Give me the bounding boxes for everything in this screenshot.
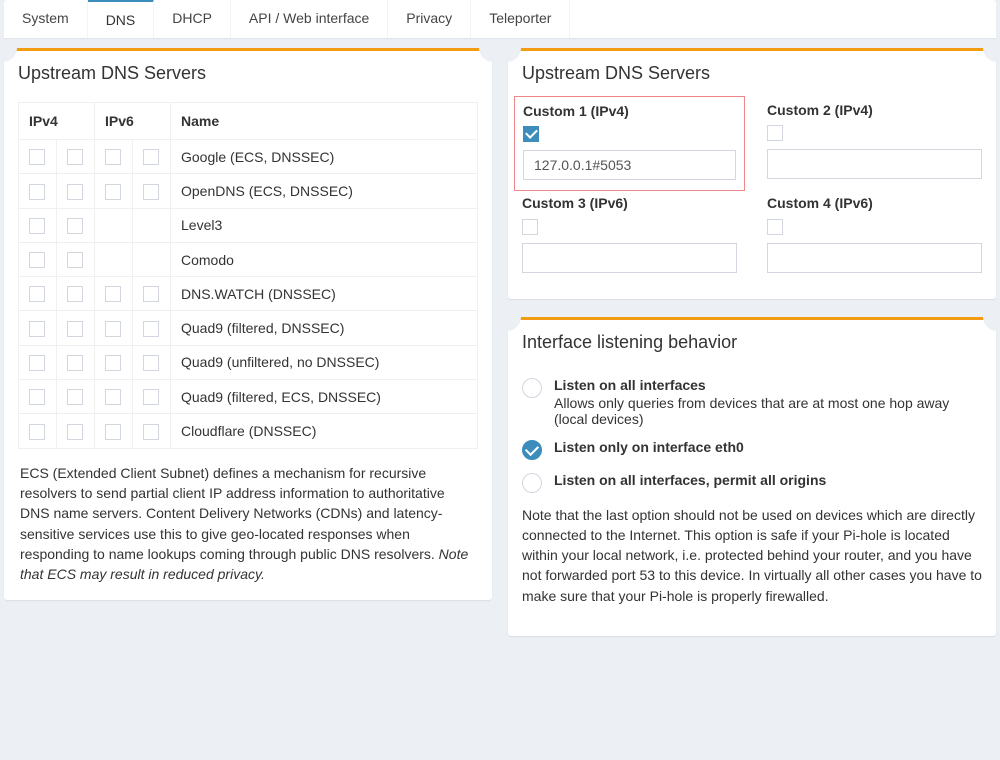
provider-ipv4-checkbox[interactable]: [29, 424, 45, 440]
provider-name: Quad9 (unfiltered, no DNSSEC): [171, 345, 478, 379]
provider-ipv6-checkbox[interactable]: [143, 184, 159, 200]
provider-ipv4-checkbox[interactable]: [29, 321, 45, 337]
ecs-note-text: ECS (Extended Client Subnet) defines a m…: [20, 465, 445, 562]
provider-name: Quad9 (filtered, DNSSEC): [171, 311, 478, 345]
provider-ipv4-checkbox[interactable]: [29, 389, 45, 405]
custom-dns-input[interactable]: [767, 149, 982, 179]
provider-name: Google (ECS, DNSSEC): [171, 140, 478, 174]
ecs-note: ECS (Extended Client Subnet) defines a m…: [20, 463, 476, 585]
provider-name: DNS.WATCH (DNSSEC): [171, 277, 478, 311]
provider-name: Quad9 (filtered, ECS, DNSSEC): [171, 380, 478, 414]
provider-ipv6-checkbox[interactable]: [105, 389, 121, 405]
interface-option-all[interactable]: Listen on all interfaces Allows only quer…: [522, 377, 982, 427]
provider-ipv6-checkbox[interactable]: [105, 286, 121, 302]
upstream-dns-servers-table-box: Upstream DNS Servers IPv4 IPv6 Name Goog…: [4, 48, 492, 600]
radio-label: Listen on all interfaces, permit all ori…: [554, 472, 982, 488]
custom-dns-checkbox[interactable]: [767, 125, 783, 141]
table-row: Quad9 (unfiltered, no DNSSEC): [19, 345, 478, 379]
table-row: Quad9 (filtered, DNSSEC): [19, 311, 478, 345]
table-row: Google (ECS, DNSSEC): [19, 140, 478, 174]
interface-listening-behavior-box: Interface listening behavior Listen on a…: [508, 317, 996, 636]
radio-icon[interactable]: [522, 473, 542, 493]
provider-ipv4-checkbox[interactable]: [67, 149, 83, 165]
provider-name: Level3: [171, 208, 478, 242]
provider-ipv6-checkbox[interactable]: [105, 321, 121, 337]
provider-ipv4-checkbox[interactable]: [67, 218, 83, 234]
radio-label: Listen only on interface eth0: [554, 439, 982, 455]
custom-dns-block-c4: Custom 4 (IPv6): [767, 195, 982, 282]
provider-ipv6-checkbox[interactable]: [143, 389, 159, 405]
col-ipv4: IPv4: [19, 103, 95, 140]
tab-dhcp[interactable]: DHCP: [154, 0, 231, 38]
table-row: Cloudflare (DNSSEC): [19, 414, 478, 448]
provider-ipv6-checkbox[interactable]: [105, 184, 121, 200]
page-title: Upstream DNS Servers: [522, 63, 982, 84]
provider-ipv4-checkbox[interactable]: [67, 321, 83, 337]
provider-ipv6-checkbox[interactable]: [143, 424, 159, 440]
provider-name: Comodo: [171, 242, 478, 276]
custom-dns-input[interactable]: [523, 150, 736, 180]
col-ipv6: IPv6: [95, 103, 171, 140]
provider-ipv4-checkbox[interactable]: [67, 424, 83, 440]
provider-ipv4-checkbox[interactable]: [67, 355, 83, 371]
provider-ipv4-checkbox[interactable]: [29, 252, 45, 268]
table-row: DNS.WATCH (DNSSEC): [19, 277, 478, 311]
custom-dns-input[interactable]: [522, 243, 737, 273]
provider-ipv4-checkbox[interactable]: [29, 149, 45, 165]
tab-dns[interactable]: DNS: [88, 0, 155, 38]
table-row: Quad9 (filtered, ECS, DNSSEC): [19, 380, 478, 414]
provider-ipv6-checkbox[interactable]: [143, 321, 159, 337]
interface-option-eth0[interactable]: Listen only on interface eth0: [522, 439, 982, 460]
settings-tabs: SystemDNSDHCPAPI / Web interfacePrivacyT…: [4, 0, 996, 38]
upstream-dns-servers-custom-box: Upstream DNS Servers Custom 1 (IPv4) Cust…: [508, 48, 996, 299]
table-row: OpenDNS (ECS, DNSSEC): [19, 174, 478, 208]
custom-dns-checkbox[interactable]: [767, 219, 783, 235]
radio-icon[interactable]: [522, 378, 542, 398]
upstream-providers-table: IPv4 IPv6 Name Google (ECS, DNSSEC)OpenD…: [18, 102, 478, 449]
col-name: Name: [171, 103, 478, 140]
provider-ipv4-checkbox[interactable]: [29, 286, 45, 302]
custom-dns-block-c3: Custom 3 (IPv6): [522, 195, 737, 282]
table-row: Comodo: [19, 242, 478, 276]
provider-ipv4-checkbox[interactable]: [29, 355, 45, 371]
provider-ipv6-checkbox[interactable]: [143, 355, 159, 371]
custom-dns-label: Custom 1 (IPv4): [523, 103, 736, 119]
provider-ipv6-checkbox[interactable]: [105, 149, 121, 165]
provider-ipv4-checkbox[interactable]: [67, 286, 83, 302]
provider-ipv4-checkbox[interactable]: [67, 389, 83, 405]
provider-ipv6-checkbox[interactable]: [105, 424, 121, 440]
tab-api[interactable]: API / Web interface: [231, 0, 388, 38]
provider-ipv4-checkbox[interactable]: [67, 252, 83, 268]
provider-ipv6-checkbox[interactable]: [143, 149, 159, 165]
provider-ipv6-checkbox[interactable]: [105, 355, 121, 371]
radio-subtext: Allows only queries from devices that ar…: [554, 395, 982, 427]
custom-dns-input[interactable]: [767, 243, 982, 273]
provider-name: OpenDNS (ECS, DNSSEC): [171, 174, 478, 208]
provider-ipv4-checkbox[interactable]: [29, 218, 45, 234]
interface-note: Note that the last option should not be …: [522, 505, 982, 606]
tab-teleporter[interactable]: Teleporter: [471, 0, 570, 38]
custom-dns-label: Custom 2 (IPv4): [767, 102, 982, 118]
custom-dns-label: Custom 3 (IPv6): [522, 195, 737, 211]
tab-system[interactable]: System: [4, 0, 88, 38]
provider-ipv6-checkbox[interactable]: [143, 286, 159, 302]
tab-privacy[interactable]: Privacy: [388, 0, 471, 38]
custom-dns-label: Custom 4 (IPv6): [767, 195, 982, 211]
page-title: Upstream DNS Servers: [18, 63, 478, 84]
provider-name: Cloudflare (DNSSEC): [171, 414, 478, 448]
radio-icon[interactable]: [522, 440, 542, 460]
custom-dns-checkbox[interactable]: [523, 126, 539, 142]
custom-dns-block-c2: Custom 2 (IPv4): [767, 102, 982, 195]
page-title: Interface listening behavior: [522, 332, 982, 353]
table-row: Level3: [19, 208, 478, 242]
custom-dns-checkbox[interactable]: [522, 219, 538, 235]
interface-option-permit[interactable]: Listen on all interfaces, permit all ori…: [522, 472, 982, 493]
provider-ipv4-checkbox[interactable]: [29, 184, 45, 200]
provider-ipv4-checkbox[interactable]: [67, 184, 83, 200]
radio-label: Listen on all interfaces: [554, 377, 982, 393]
custom-dns-block-c1: Custom 1 (IPv4): [514, 96, 745, 191]
